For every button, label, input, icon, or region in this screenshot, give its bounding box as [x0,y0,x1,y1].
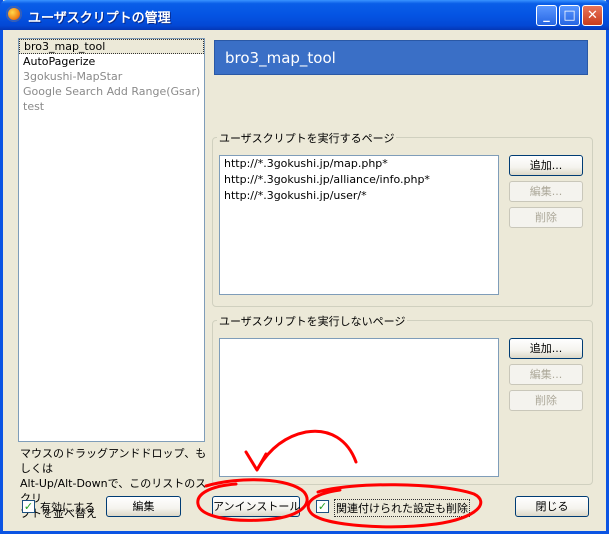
exclude-add-button[interactable]: 追加... [509,338,583,359]
window-title: ユーザスクリプトの管理 [28,11,171,26]
close-button[interactable]: 閉じる [515,496,589,517]
include-url-list[interactable]: http://*.3gokushi.jp/map.php* http://*.3… [219,155,499,295]
list-item[interactable]: http://*.3gokushi.jp/user/* [220,188,498,204]
list-item[interactable]: test [19,99,204,114]
list-item[interactable]: http://*.3gokushi.jp/map.php* [220,156,498,172]
list-item[interactable]: Google Search Add Range(Gsar) [19,84,204,99]
include-remove-button[interactable]: 削除 [509,207,583,228]
enable-checkbox[interactable]: ✓ [22,500,35,513]
list-item[interactable]: http://*.3gokushi.jp/alliance/info.php* [220,172,498,188]
delete-prefs-label[interactable]: 関連付けられた設定も削除 [334,499,470,517]
include-pages-label: ユーザスクリプトを実行するページ [217,130,397,146]
edit-button[interactable]: 編集 [106,496,181,517]
include-add-button[interactable]: 追加... [509,155,583,176]
minimize-button[interactable]: _ [536,5,557,26]
close-window-button[interactable]: ✕ [582,5,603,26]
maximize-button[interactable]: □ [559,5,580,26]
script-list[interactable]: bro3_map_tool AutoPagerize 3gokushi-MapS… [18,38,205,442]
exclude-remove-button[interactable]: 削除 [509,390,583,411]
exclude-edit-button[interactable]: 編集... [509,364,583,385]
enable-label[interactable]: 有効にする [40,499,95,515]
firefox-icon [6,6,22,22]
list-item[interactable]: bro3_map_tool [19,39,204,54]
delete-prefs-checkbox[interactable]: ✓ [316,500,329,513]
hint-line: マウスのドラッグアンドドロップ、もしくは [20,447,207,475]
list-item[interactable]: 3gokushi-MapStar [19,69,204,84]
title-bar[interactable]: ユーザスクリプトの管理 _ □ ✕ [0,0,609,30]
exclude-pages-label: ユーザスクリプトを実行しないページ [217,313,408,329]
exclude-url-list[interactable] [219,338,499,477]
include-edit-button[interactable]: 編集... [509,181,583,202]
uninstall-button[interactable]: アンインストール [212,496,300,517]
list-item[interactable]: AutoPagerize [19,54,204,69]
selected-script-name: bro3_map_tool [214,40,588,75]
